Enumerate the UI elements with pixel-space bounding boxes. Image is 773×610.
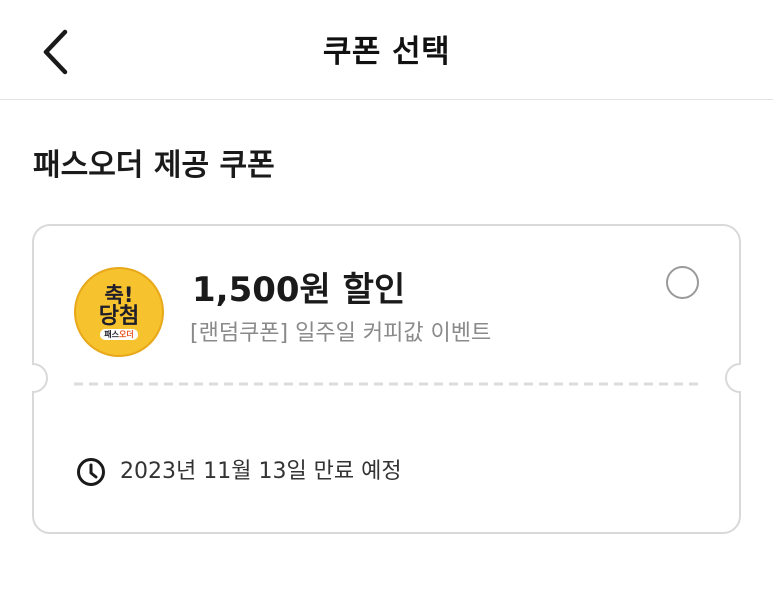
coupon-select-screen: 쿠폰 선택 패스오더 제공 쿠폰 축! 당첨 패스오더 1,500원 할인 [랜… [0,0,773,610]
coupon-discount: 1,500원 할인 [192,270,406,310]
page-title: 쿠폰 선택 [322,34,451,70]
header: 쿠폰 선택 [0,0,773,100]
clock-icon [77,458,105,486]
coupon-subtitle: [랜덤쿠폰] 일주일 커피값 이벤트 [190,321,492,346]
badge-brand: 패스오더 [100,328,138,340]
badge-brand-part1: 패스 [104,329,119,339]
coupon-select-radio[interactable] [666,266,699,299]
coupon-badge: 축! 당첨 패스오더 [74,267,164,357]
coupon-expiry-text: 2023년 11월 13일 만료 예정 [120,459,402,484]
coupon-expiry: 2023년 11월 13일 만료 예정 [76,454,402,490]
badge-line2: 당첨 [98,303,140,329]
section-title: 패스오더 제공 쿠폰 [33,148,275,183]
badge-line1: 축! [104,282,134,307]
coupon-card[interactable]: 축! 당첨 패스오더 1,500원 할인 [랜덤쿠폰] 일주일 커피값 이벤트 … [32,224,741,534]
badge-brand-part2: 오더 [119,329,134,339]
